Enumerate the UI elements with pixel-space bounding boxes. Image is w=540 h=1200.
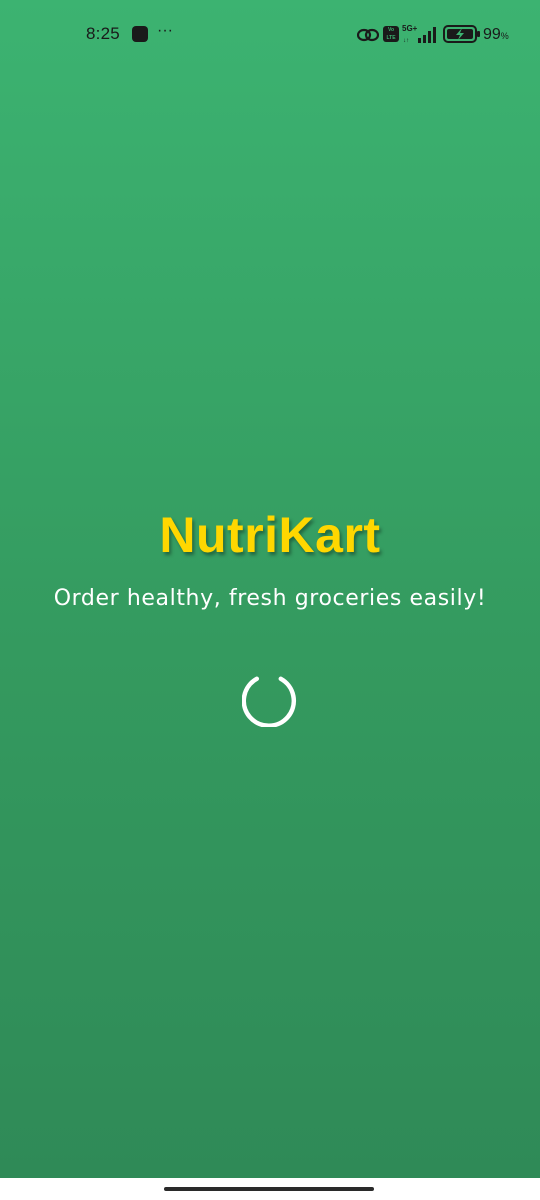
app-title: NutriKart [159, 507, 381, 563]
volte-icon: Vo LTE [383, 26, 399, 42]
status-time: 8:25 [86, 24, 120, 43]
navigation-bar [0, 1178, 540, 1200]
svg-text:5G+: 5G+ [402, 24, 418, 33]
signal-icon: 5G+ ↓↑ [402, 24, 436, 44]
battery-charging-icon [443, 25, 480, 43]
link-icon [357, 28, 379, 42]
tagline: Order healthy, fresh groceries easily! [53, 586, 487, 611]
splash-screen: 8:25 ··· Vo LTE 5G+ ↓↑ 99% NutriKart Orde… [0, 0, 540, 1178]
svg-text:↓↑: ↓↑ [403, 38, 409, 44]
home-indicator[interactable] [164, 1187, 374, 1191]
loading-spinner-icon [242, 676, 296, 727]
app-notification-icon [132, 26, 148, 42]
status-bar: 8:25 ··· Vo LTE 5G+ ↓↑ 99% [0, 0, 540, 70]
battery-percent: 99% [483, 26, 509, 43]
more-icon: ··· [157, 22, 173, 39]
